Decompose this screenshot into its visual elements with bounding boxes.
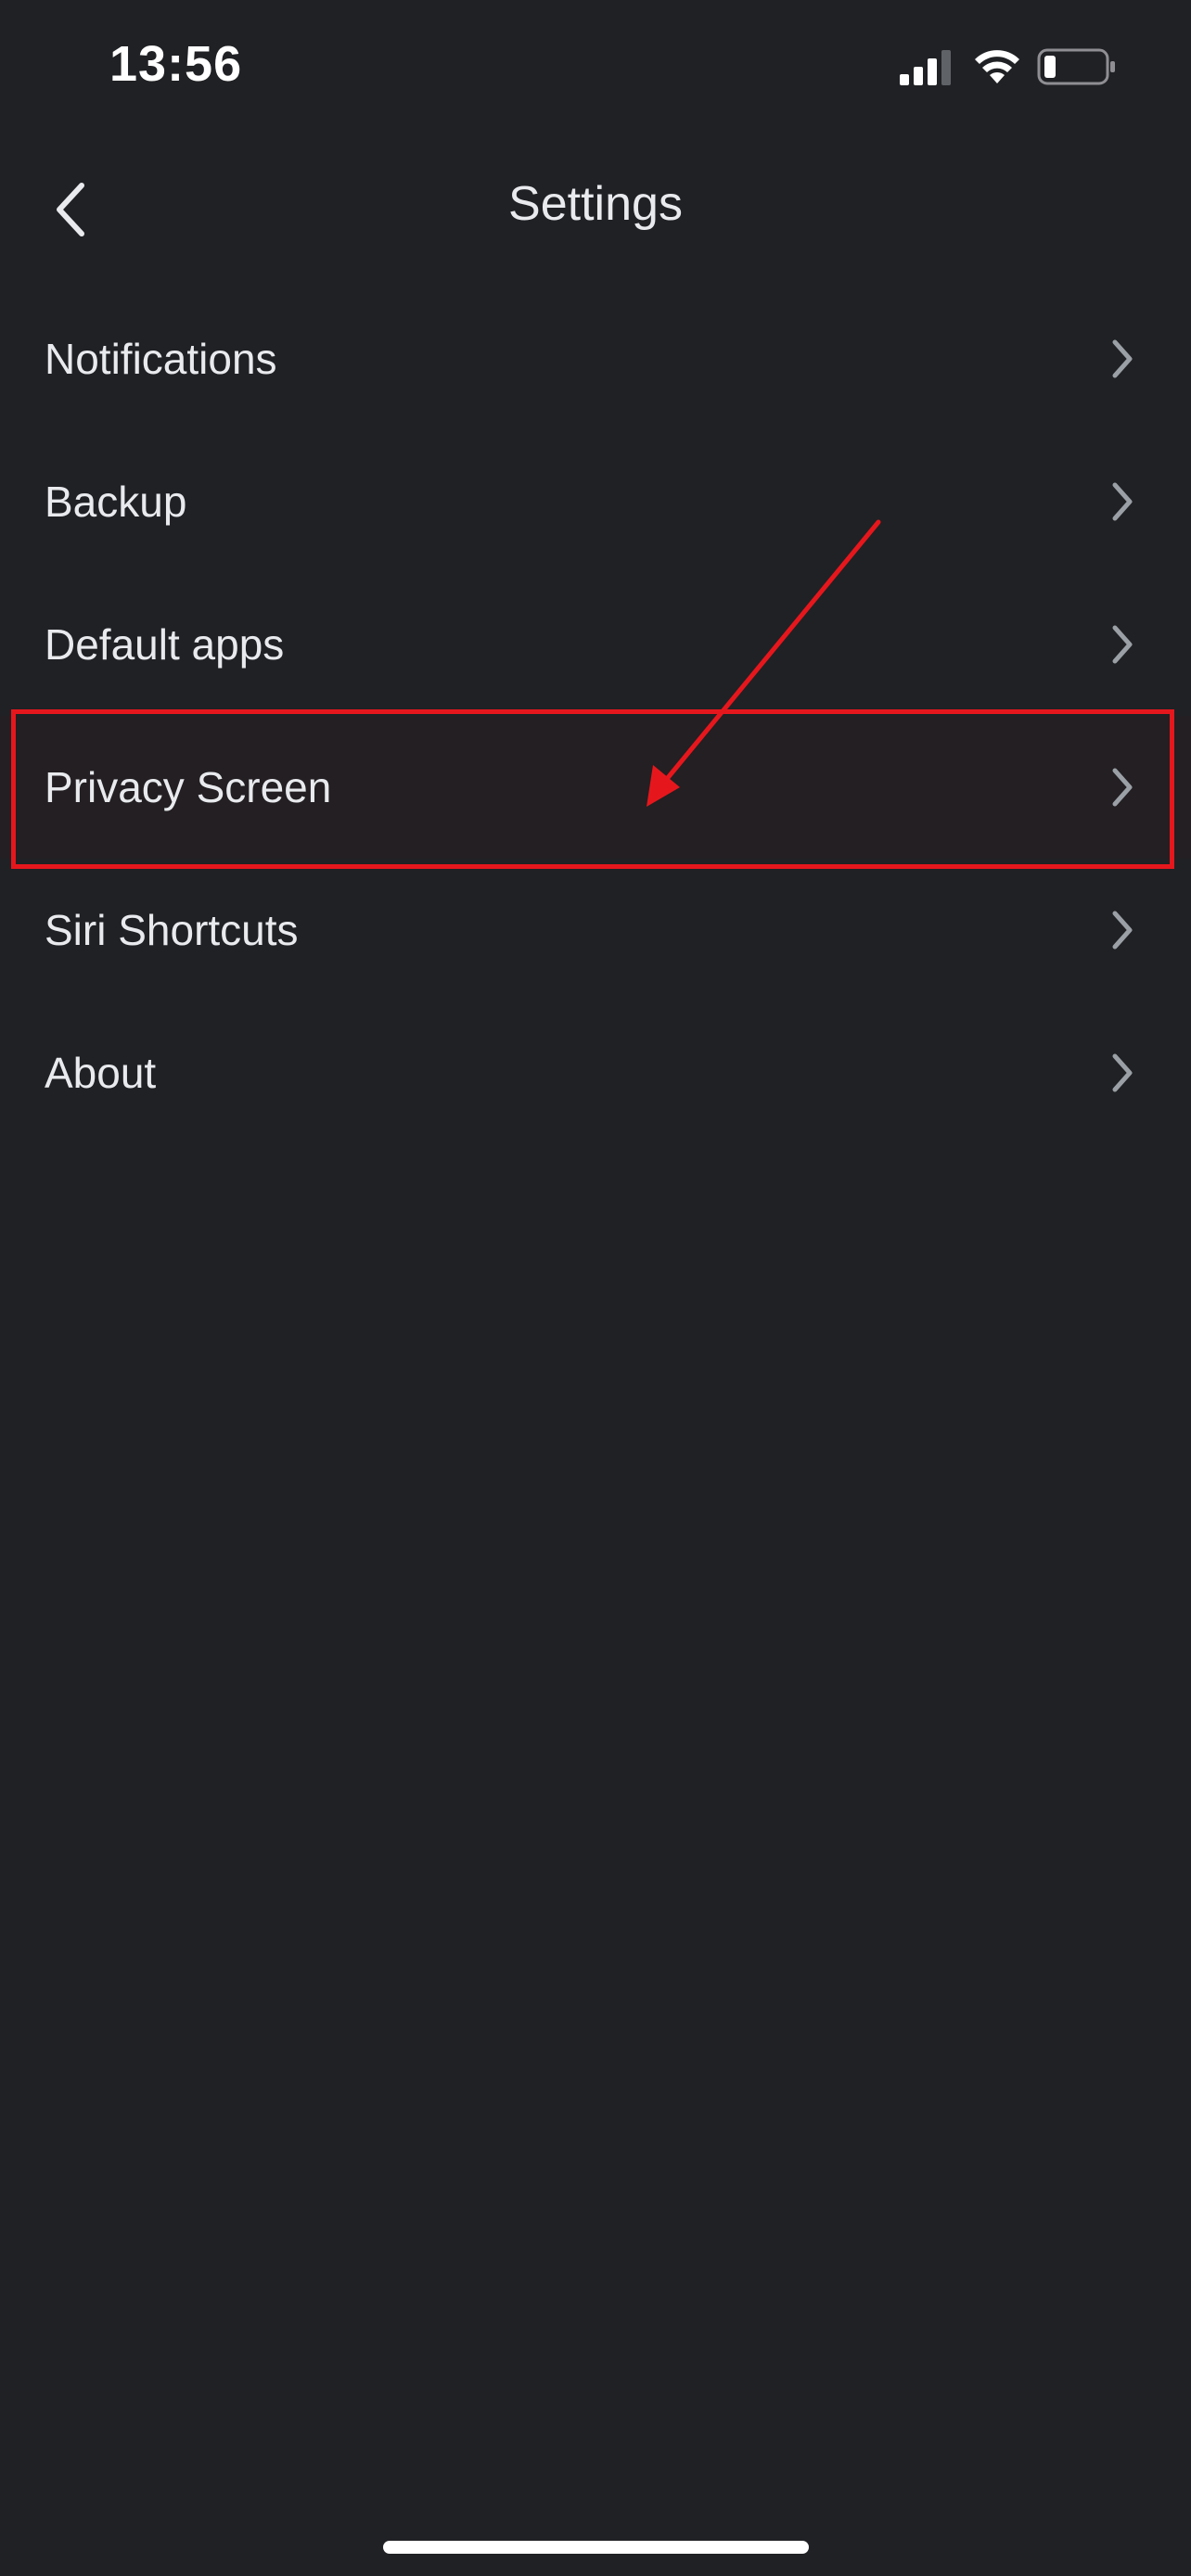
settings-item-default-apps[interactable]: Default apps: [0, 573, 1191, 716]
page-title: Settings: [508, 177, 683, 231]
settings-item-label: Default apps: [45, 620, 285, 669]
status-bar: 13:56: [0, 0, 1191, 139]
wifi-icon: [975, 50, 1019, 83]
settings-item-label: Notifications: [45, 335, 277, 383]
settings-item-about[interactable]: About: [0, 1001, 1191, 1144]
settings-item-privacy-screen[interactable]: Privacy Screen: [0, 716, 1191, 859]
battery-icon: [1037, 48, 1115, 85]
chevron-right-icon: [1112, 768, 1133, 807]
chevron-right-icon: [1112, 339, 1133, 378]
status-time: 13:56: [109, 36, 243, 92]
header: Settings: [0, 158, 1191, 260]
settings-item-label: Backup: [45, 478, 187, 526]
settings-item-notifications[interactable]: Notifications: [0, 287, 1191, 430]
settings-item-label: About: [45, 1049, 157, 1097]
settings-item-label: Privacy Screen: [45, 763, 332, 811]
settings-item-siri-shortcuts[interactable]: Siri Shortcuts: [0, 859, 1191, 1001]
home-indicator[interactable]: [383, 2541, 809, 2554]
settings-list: Notifications Backup Default apps Privac…: [0, 287, 1191, 1144]
chevron-right-icon: [1112, 911, 1133, 950]
signal-icon: [900, 50, 951, 85]
settings-item-label: Siri Shortcuts: [45, 906, 299, 954]
chevron-right-icon: [1112, 1053, 1133, 1092]
chevron-right-icon: [1112, 625, 1133, 664]
chevron-right-icon: [1112, 482, 1133, 521]
settings-item-backup[interactable]: Backup: [0, 430, 1191, 573]
